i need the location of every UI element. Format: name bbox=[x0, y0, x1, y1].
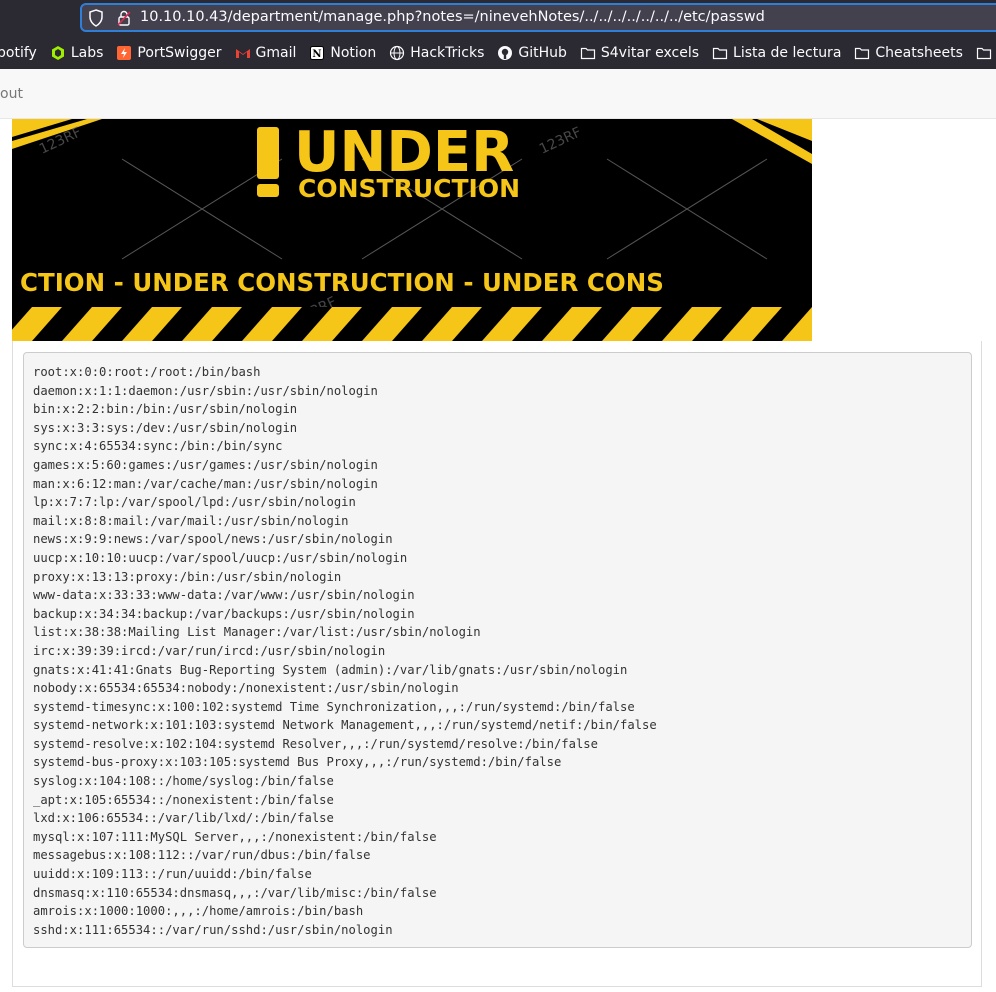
passwd-line: www-data:x:33:33:www-data:/var/www:/usr/… bbox=[33, 588, 415, 603]
under-construction-banner: UNDER CONSTRUCTION CTION - UNDER CONSTRU… bbox=[12, 119, 812, 341]
passwd-line: uuidd:x:109:113::/run/uuidd:/bin/false bbox=[33, 867, 312, 882]
passwd-line: man:x:6:12:man:/var/cache/man:/usr/sbin/… bbox=[33, 476, 378, 491]
bookmark-s4vitar-excels[interactable]: S4vitar excels bbox=[580, 45, 699, 61]
passwd-line: sync:x:4:65534:sync:/bin:/bin/sync bbox=[33, 439, 283, 454]
hazard-stripes bbox=[12, 307, 812, 341]
bookmark-label: Labs bbox=[70, 44, 104, 61]
url-text[interactable]: 10.10.10.43/department/manage.php?notes=… bbox=[140, 9, 765, 25]
bookmark-label: Notion bbox=[330, 44, 377, 61]
bookmark-label: HackTricks bbox=[410, 44, 485, 61]
gmail-icon bbox=[235, 45, 251, 61]
folder-icon bbox=[854, 45, 870, 61]
passwd-line: dnsmasq:x:110:65534:dnsmasq,,,:/var/lib/… bbox=[33, 885, 437, 900]
logout-link[interactable]: out bbox=[0, 86, 23, 102]
passwd-line: systemd-bus-proxy:x:103:105:systemd Bus … bbox=[33, 755, 562, 770]
bookmark-label: GitHub bbox=[518, 44, 567, 61]
bookmark-label: Cheatsheets bbox=[875, 44, 963, 61]
bookmark-label: PortSwigger bbox=[137, 44, 222, 61]
bookmark-label: S4vitar excels bbox=[600, 44, 700, 61]
url-bar[interactable]: 10.10.10.43/department/manage.php?notes=… bbox=[80, 3, 996, 32]
passwd-line: bin:x:2:2:bin:/bin:/usr/sbin/nologin bbox=[33, 402, 298, 417]
notion-icon: N bbox=[309, 45, 325, 61]
bookmark-cursos-de[interactable]: cursos de bbox=[976, 45, 996, 61]
github-icon bbox=[497, 45, 513, 61]
tracking-protection-shield-icon[interactable] bbox=[88, 9, 104, 31]
bookmark-notion[interactable]: N Notion bbox=[309, 45, 376, 61]
passwd-line: news:x:9:9:news:/var/spool/news:/usr/sbi… bbox=[33, 532, 393, 547]
passwd-line: lp:x:7:7:lp:/var/spool/lpd:/usr/sbin/nol… bbox=[33, 495, 356, 510]
file-contents-pre: root:x:0:0:root:/root:/bin/bash daemon:x:… bbox=[23, 352, 972, 948]
passwd-line: systemd-network:x:101:103:systemd Networ… bbox=[33, 718, 657, 733]
portswigger-icon bbox=[116, 45, 132, 61]
bookmark-gmail[interactable]: Gmail bbox=[235, 44, 297, 61]
browser-toolbar: 10.10.10.43/department/manage.php?notes=… bbox=[0, 0, 996, 36]
passwd-line: backup:x:34:34:backup:/var/backups:/usr/… bbox=[33, 606, 415, 621]
bookmark-label: Lista de lectura bbox=[733, 44, 842, 61]
passwd-line: gnats:x:41:41:Gnats Bug-Reporting System… bbox=[33, 662, 628, 677]
passwd-line: proxy:x:13:13:proxy:/bin:/usr/sbin/nolog… bbox=[33, 569, 342, 584]
passwd-line: irc:x:39:39:ircd:/var/run/ircd:/usr/sbin… bbox=[33, 643, 386, 658]
passwd-line: root:x:0:0:root:/root:/bin/bash bbox=[33, 365, 261, 379]
bookmark-potify[interactable]: potify bbox=[0, 45, 37, 61]
svg-text:N: N bbox=[313, 49, 322, 60]
bookmark-lista-de-lectura[interactable]: Lista de lectura bbox=[712, 45, 841, 61]
passwd-line: systemd-timesync:x:100:102:systemd Time … bbox=[33, 699, 635, 714]
passwd-line: nobody:x:65534:65534:nobody:/nonexistent… bbox=[33, 681, 459, 696]
bookmark-github[interactable]: GitHub bbox=[497, 45, 567, 61]
hackthebox-icon bbox=[50, 45, 66, 61]
passwd-line: mail:x:8:8:mail:/var/mail:/usr/sbin/nolo… bbox=[33, 513, 349, 528]
bookmark-label: Gmail bbox=[255, 44, 297, 61]
insecure-lock-icon[interactable] bbox=[116, 9, 132, 31]
passwd-line: sys:x:3:3:sys:/dev:/usr/sbin/nologin bbox=[33, 420, 298, 435]
bookmarks-toolbar: potify Labs PortSwigger Gmail N Notion HackTri… bbox=[0, 36, 996, 69]
bookmark-cheatsheets[interactable]: Cheatsheets bbox=[854, 45, 963, 61]
passwd-line: mysql:x:107:111:MySQL Server,,,:/nonexis… bbox=[33, 829, 437, 844]
bookmark-labs[interactable]: Labs bbox=[50, 44, 104, 61]
folder-icon bbox=[580, 45, 596, 61]
bookmark-portswigger[interactable]: PortSwigger bbox=[116, 44, 222, 61]
passwd-line: syslog:x:104:108::/home/syslog:/bin/fals… bbox=[33, 774, 334, 789]
banner-graphic: UNDER CONSTRUCTION CTION - UNDER CONSTRU… bbox=[12, 119, 812, 341]
globe-icon bbox=[389, 45, 405, 61]
passwd-line: sshd:x:111:65534::/var/run/sshd:/usr/sbi… bbox=[33, 922, 393, 937]
folder-icon bbox=[712, 45, 728, 61]
banner-ticker: CTION - UNDER CONSTRUCTION - UNDER CONS bbox=[20, 268, 664, 297]
passwd-line: amrois:x:1000:1000:,,,:/home/amrois:/bin… bbox=[33, 904, 364, 919]
passwd-line: messagebus:x:108:112::/var/run/dbus:/bin… bbox=[33, 848, 371, 863]
passwd-line: systemd-resolve:x:102:104:systemd Resolv… bbox=[33, 736, 598, 751]
bookmark-hacktricks[interactable]: HackTricks bbox=[389, 45, 484, 61]
passwd-line: lxd:x:106:65534::/var/lib/lxd/:/bin/fals… bbox=[33, 811, 334, 826]
page-navbar: out bbox=[0, 69, 996, 119]
bookmark-label: potify bbox=[0, 44, 37, 61]
passwd-line: _apt:x:105:65534::/nonexistent:/bin/fals… bbox=[33, 792, 334, 807]
passwd-line: games:x:5:60:games:/usr/games:/usr/sbin/… bbox=[33, 457, 378, 472]
folder-icon bbox=[976, 45, 992, 61]
passwd-line: uucp:x:10:10:uucp:/var/spool/uucp:/usr/s… bbox=[33, 550, 408, 565]
banner-subtitle: CONSTRUCTION bbox=[298, 174, 520, 203]
passwd-line: list:x:38:38:Mailing List Manager:/var/l… bbox=[33, 625, 481, 640]
passwd-line: daemon:x:1:1:daemon:/usr/sbin:/usr/sbin/… bbox=[33, 383, 378, 398]
